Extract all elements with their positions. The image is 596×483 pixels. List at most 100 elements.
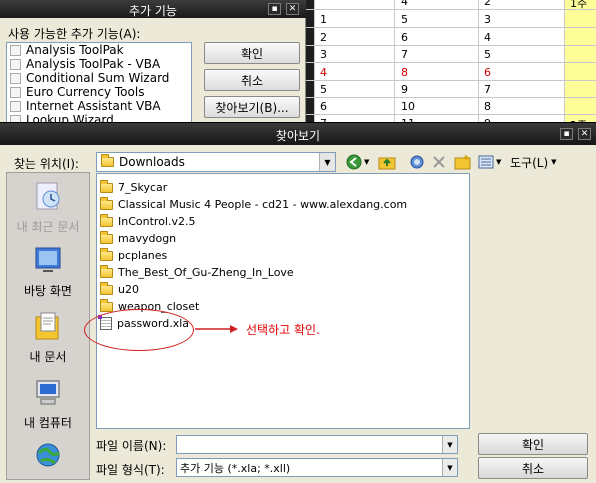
folder-icon: [101, 154, 114, 167]
addin-item[interactable]: Conditional Sum Wizard: [7, 71, 191, 85]
sheet-cell[interactable]: 4: [401, 0, 408, 8]
sheet-cell[interactable]: 7: [401, 48, 408, 61]
addin-item[interactable]: Euro Currency Tools: [7, 85, 191, 99]
close-icon[interactable]: ✕: [578, 128, 591, 140]
addin-label: Euro Currency Tools: [26, 85, 145, 99]
sheet-cell[interactable]: 9: [401, 83, 408, 96]
new-folder-button[interactable]: [454, 154, 472, 170]
sheet-cell[interactable]: 3: [320, 48, 327, 61]
place-documents[interactable]: 내 문서: [7, 311, 89, 365]
addin-item[interactable]: Internet Assistant VBA: [7, 99, 191, 113]
delete-icon: [433, 156, 445, 168]
addins-browse-button[interactable]: 찾아보기(B)...: [204, 96, 300, 118]
chevron-down-icon[interactable]: ▼: [442, 459, 457, 476]
delete-button[interactable]: [432, 154, 446, 170]
file-name: InControl.v2.5: [118, 215, 196, 228]
sheet-cell[interactable]: 4: [484, 31, 491, 44]
close-icon[interactable]: ✕: [286, 3, 299, 15]
addin-label: Analysis ToolPak - VBA: [26, 57, 161, 71]
sheet-cell[interactable]: 6: [320, 100, 327, 113]
chevron-down-icon[interactable]: ▼: [496, 158, 501, 166]
folder-icon: [100, 230, 113, 244]
place-computer[interactable]: 내 컴퓨터: [7, 377, 89, 431]
look-in-combo[interactable]: Downloads ▼: [96, 152, 336, 172]
sheet-cell[interactable]: 1주: [570, 0, 587, 11]
sheet-cell[interactable]: 8: [484, 100, 491, 113]
folder-icon: [100, 247, 113, 261]
network-places-icon: [36, 443, 60, 467]
list-item[interactable]: u20: [100, 281, 139, 297]
folder-icon: [100, 264, 113, 278]
checkbox[interactable]: [10, 58, 21, 70]
file-name: pcplanes: [118, 249, 168, 262]
highlight-column: [564, 0, 596, 122]
place-desktop[interactable]: 바탕 화면: [7, 245, 89, 299]
place-recent[interactable]: 내 최근 문서: [7, 181, 89, 235]
list-item[interactable]: pcplanes: [100, 247, 168, 263]
spreadsheet: 4 2 1주 1 5 3 2 6 4 3 7 5 4 8 6 5 9 7 6 1…: [306, 0, 596, 122]
sheet-cell[interactable]: 3: [484, 13, 491, 26]
sheet-cell[interactable]: 5: [320, 83, 327, 96]
views-button[interactable]: ▼: [478, 154, 501, 170]
checkbox[interactable]: [10, 86, 21, 98]
help-icon[interactable]: ▪: [268, 3, 281, 15]
chevron-down-icon[interactable]: ▼: [319, 153, 335, 171]
sheet-cell[interactable]: 1: [320, 13, 327, 26]
arrow-right-icon: [195, 325, 238, 333]
my-computer-icon: [36, 380, 60, 405]
back-button[interactable]: ▼: [346, 154, 369, 170]
file-type-select[interactable]: 추가 기능 (*.xla; *.xll) ▼: [176, 458, 458, 477]
sheet-cell[interactable]: 2: [484, 0, 491, 8]
sheet-cell[interactable]: 4: [320, 66, 327, 79]
up-folder-button[interactable]: [378, 154, 396, 170]
sheet-cell[interactable]: 10: [401, 100, 415, 113]
addin-item[interactable]: Analysis ToolPak: [7, 43, 191, 57]
search-web-button[interactable]: [408, 154, 426, 170]
place-network[interactable]: [7, 441, 89, 478]
sheet-cell[interactable]: 5: [484, 48, 491, 61]
ok-button[interactable]: 확인: [478, 433, 588, 455]
list-item[interactable]: The_Best_Of_Gu-Zheng_In_Love: [100, 264, 294, 280]
checkbox[interactable]: [10, 44, 21, 56]
place-label: 내 컴퓨터: [24, 416, 72, 430]
highlight-ellipse: [84, 309, 194, 351]
file-name-label: 파일 이름(N):: [96, 439, 167, 453]
list-item[interactable]: mavydogn: [100, 230, 177, 246]
my-documents-icon: [35, 312, 59, 340]
look-in-value: Downloads: [119, 155, 185, 169]
sheet-cell[interactable]: 2: [320, 31, 327, 44]
sheet-cell[interactable]: 6: [484, 66, 491, 79]
addins-title: 추가 기능: [129, 4, 177, 18]
tools-menu[interactable]: 도구(L) ▼: [510, 154, 557, 170]
addins-ok-button[interactable]: 확인: [204, 42, 300, 64]
chevron-down-icon[interactable]: ▼: [364, 158, 369, 166]
folder-icon: [100, 213, 113, 227]
annotation-text: 선택하고 확인.: [246, 323, 320, 337]
list-item[interactable]: 7_Skycar: [100, 179, 167, 195]
file-list[interactable]: 7_Skycar Classical Music 4 People - cd21…: [96, 173, 470, 429]
recent-documents-icon: [36, 182, 60, 210]
new-folder-icon: [454, 155, 471, 170]
cancel-button[interactable]: 취소: [478, 457, 588, 479]
folder-icon: [100, 179, 113, 193]
list-item[interactable]: InControl.v2.5: [100, 213, 196, 229]
file-name-field[interactable]: ▼: [176, 435, 458, 454]
sheet-cell[interactable]: 8: [401, 66, 408, 79]
addins-list[interactable]: Analysis ToolPak Analysis ToolPak - VBA …: [6, 42, 192, 124]
desktop-icon: [35, 247, 61, 272]
chevron-down-icon[interactable]: ▼: [442, 436, 457, 453]
help-icon[interactable]: ▪: [560, 128, 573, 140]
search-web-icon: [410, 155, 424, 169]
list-item[interactable]: Classical Music 4 People - cd21 - www.al…: [100, 196, 407, 212]
checkbox[interactable]: [10, 100, 21, 112]
sheet-cell[interactable]: 7: [484, 83, 491, 96]
addins-cancel-button[interactable]: 취소: [204, 69, 300, 91]
file-name: mavydogn: [118, 232, 177, 245]
sheet-cell[interactable]: 5: [401, 13, 408, 26]
up-folder-icon: [378, 157, 396, 170]
addin-label: Internet Assistant VBA: [26, 99, 161, 113]
checkbox[interactable]: [10, 72, 21, 84]
addin-item[interactable]: Analysis ToolPak - VBA: [7, 57, 191, 71]
sheet-cell[interactable]: 6: [401, 31, 408, 44]
available-addins-label: 사용 가능한 추가 기능(A):: [8, 27, 141, 41]
